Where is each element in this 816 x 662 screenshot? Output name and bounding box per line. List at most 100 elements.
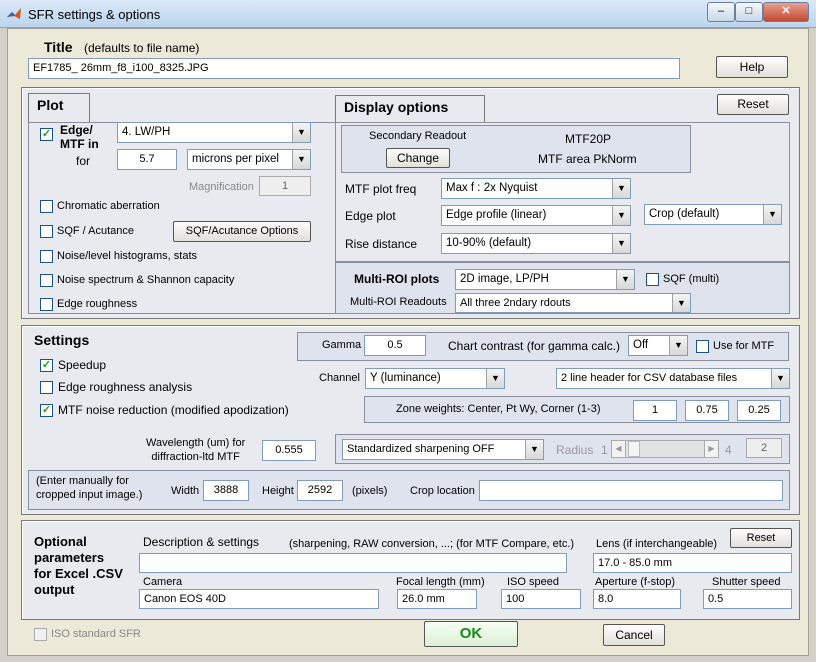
edge-roughness-checkbox[interactable]: ✓	[40, 298, 53, 311]
chevron-down-icon: ▼	[612, 234, 630, 253]
radius-value: 2	[746, 438, 782, 458]
dialog-client: Title (defaults to file name) EF1785_ 26…	[7, 28, 809, 656]
lens-input[interactable]: 17.0 - 85.0 mm	[593, 553, 792, 573]
mtf-noise-checkbox[interactable]: ✓	[40, 404, 53, 417]
zone-weight-ptwy-input[interactable]: 0.75	[685, 400, 729, 421]
chromatic-checkbox[interactable]: ✓	[40, 200, 53, 213]
for-input[interactable]: 5.7	[117, 149, 177, 170]
sharpening-select[interactable]: Standardized sharpening OFF ▼	[342, 439, 544, 460]
multi-readouts-value: All three 2ndary rdouts	[460, 297, 571, 309]
chevron-down-icon: ▼	[771, 369, 789, 388]
iso-sfr-label: ISO standard SFR	[51, 628, 141, 640]
wavelength-input[interactable]: 0.555	[262, 440, 316, 461]
settings-frame: Settings ✓ Speedup ✓ Edge roughness anal…	[21, 325, 800, 515]
contrast-select[interactable]: Off ▼	[628, 335, 688, 356]
title-label: Title	[44, 39, 73, 55]
noise-spectrum-checkbox[interactable]: ✓	[40, 274, 53, 287]
noise-spectrum-label: Noise spectrum & Shannon capacity	[57, 274, 235, 286]
chevron-right-icon[interactable]: ▶	[704, 441, 718, 457]
plot-display-frame: Plot ✓ Edge/ MTF in 4. LW/PH ▼ for 5.7 mi…	[21, 87, 800, 319]
help-button[interactable]: Help	[716, 56, 788, 78]
close-button[interactable]: ✕	[763, 2, 809, 22]
width-label: Width	[171, 485, 200, 497]
chevron-left-icon[interactable]: ◀	[612, 441, 626, 457]
optional-reset-button[interactable]: Reset	[730, 528, 792, 548]
zone-weight-corner-input[interactable]: 0.25	[737, 400, 781, 421]
rise-distance-value: 10-90% (default)	[446, 237, 532, 249]
edge-roughness-analysis-label: Edge roughness analysis	[58, 380, 193, 394]
edge-plot-select[interactable]: Edge profile (linear) ▼	[441, 205, 631, 226]
title-hint: (defaults to file name)	[84, 41, 200, 55]
speedup-checkbox[interactable]: ✓	[40, 359, 53, 372]
shutter-input[interactable]: 0.5	[703, 589, 792, 609]
tab-plot[interactable]: Plot	[28, 93, 90, 122]
rise-distance-select[interactable]: 10-90% (default) ▼	[441, 233, 631, 254]
title-input[interactable]: EF1785_ 26mm_f8_i100_8325.JPG	[28, 58, 680, 79]
change-button[interactable]: Change	[386, 148, 450, 168]
chevron-down-icon: ▼	[763, 205, 781, 224]
focal-length-input[interactable]: 26.0 mm	[397, 589, 477, 609]
pixels-label: (pixels)	[352, 485, 388, 497]
edge-roughness-analysis-checkbox[interactable]: ✓	[40, 381, 53, 394]
sqf-multi-label: SQF (multi)	[663, 273, 720, 285]
optional-params-frame: Optional parameters for Excel .CSV outpu…	[21, 520, 800, 620]
edge-mtf-select[interactable]: 4. LW/PH ▼	[117, 122, 311, 143]
settings-title: Settings	[34, 332, 90, 348]
description-input[interactable]	[139, 553, 567, 573]
crop-select[interactable]: Crop (default) ▼	[644, 204, 782, 225]
radius-min: 1	[601, 443, 608, 457]
edge-mtf-checkbox[interactable]: ✓	[40, 128, 53, 141]
cancel-button[interactable]: Cancel	[603, 624, 665, 646]
aperture-label: Aperture (f-stop)	[595, 576, 676, 588]
units-select[interactable]: microns per pixel ▼	[187, 149, 311, 170]
sqf-multi-checkbox[interactable]: ✓	[646, 273, 659, 286]
camera-input[interactable]: Canon EOS 40D	[139, 589, 379, 609]
manual-entry-label: (Enter manually for cropped input image.…	[36, 475, 143, 501]
multi-roi-select[interactable]: 2D image, LP/PH ▼	[455, 269, 635, 290]
crop-location-input[interactable]	[479, 480, 783, 501]
minimize-button[interactable]: –	[707, 2, 735, 22]
use-for-mtf-label: Use for MTF	[713, 340, 775, 352]
channel-select[interactable]: Y (luminance) ▼	[365, 368, 505, 389]
magnification-label: Magnification	[189, 181, 254, 193]
csv-header-select[interactable]: 2 line header for CSV database files ▼	[556, 368, 790, 389]
chevron-down-icon: ▼	[292, 150, 310, 169]
sharpening-value: Standardized sharpening OFF	[347, 443, 495, 455]
mtf-freq-select[interactable]: Max f : 2x Nyquist ▼	[441, 178, 631, 199]
height-input[interactable]: 2592	[297, 480, 343, 501]
width-input[interactable]: 3888	[203, 480, 249, 501]
iso-sfr-checkbox: ✓	[34, 628, 47, 641]
lens-label: Lens (if interchangeable)	[596, 538, 718, 550]
edge-plot-label: Edge plot	[345, 209, 396, 223]
ok-button[interactable]: OK	[424, 621, 518, 647]
edge-roughness-label: Edge roughness	[57, 298, 138, 310]
edge-mtf-label: Edge/ MTF in	[60, 123, 99, 151]
radius-label: Radius	[556, 443, 594, 457]
aperture-input[interactable]: 8.0	[593, 589, 681, 609]
optional-params-title: Optional parameters for Excel .CSV outpu…	[34, 534, 123, 597]
chromatic-label: Chromatic aberration	[57, 200, 160, 212]
multi-roi-value: 2D image, LP/PH	[460, 273, 549, 285]
zone-weight-center-input[interactable]: 1	[633, 400, 677, 421]
sqf-checkbox[interactable]: ✓	[40, 225, 53, 238]
iso-speed-input[interactable]: 100	[501, 589, 581, 609]
zone-weights-label: Zone weights: Center, Pt Wy, Corner (1-3…	[396, 403, 601, 415]
contrast-value: Off	[633, 339, 649, 351]
tab-display-options[interactable]: Display options	[335, 95, 485, 122]
use-for-mtf-checkbox[interactable]: ✓	[696, 340, 709, 353]
maximize-button[interactable]: □	[735, 2, 763, 22]
chevron-down-icon: ▼	[672, 294, 690, 312]
multi-readouts-select[interactable]: All three 2ndary rdouts ▼	[455, 293, 691, 313]
radius-slider[interactable]: ◀ ▶	[611, 440, 719, 458]
channel-label: Channel	[319, 372, 360, 384]
chevron-down-icon: ▼	[525, 440, 543, 459]
gamma-input[interactable]: 0.5	[364, 335, 426, 356]
sqf-options-button[interactable]: SQF/Acutance Options	[173, 221, 311, 242]
crop-value: Crop (default)	[649, 208, 720, 220]
description-hint: (sharpening, RAW conversion, ...; (for M…	[289, 538, 575, 550]
chevron-down-icon: ▼	[616, 270, 634, 289]
iso-speed-label: ISO speed	[507, 576, 559, 588]
display-reset-button[interactable]: Reset	[717, 94, 789, 115]
slider-thumb[interactable]	[628, 441, 640, 457]
noise-hist-checkbox[interactable]: ✓	[40, 250, 53, 263]
